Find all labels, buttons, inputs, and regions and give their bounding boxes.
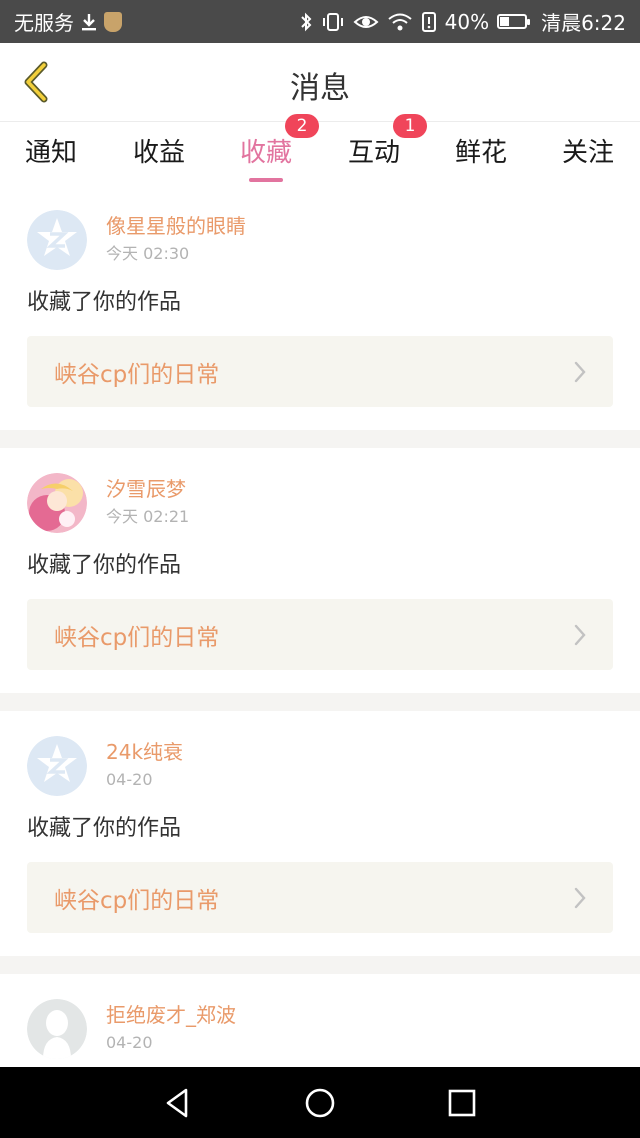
timestamp: 04-20 (106, 1033, 153, 1052)
chevron-right-icon (574, 624, 586, 645)
list-item: 汐雪辰梦 今天 02:21 收藏了你的作品 峡谷cp们的日常 (0, 448, 640, 693)
username[interactable]: 拒绝废才_郑波 (106, 1001, 236, 1029)
silhouette-avatar[interactable] (27, 999, 87, 1059)
work-title: 峡谷cp们的日常 (54, 361, 220, 388)
tab-favorites[interactable]: 收藏 2 (239, 114, 319, 182)
action-text: 收藏了你的作品 (27, 816, 182, 841)
username[interactable]: 24k纯衰 (106, 738, 183, 766)
nav-recents-icon[interactable] (444, 1085, 480, 1121)
work-link[interactable]: 峡谷cp们的日常 (27, 336, 613, 407)
work-link[interactable]: 峡谷cp们的日常 (27, 862, 613, 933)
battery-icon (497, 14, 531, 29)
timestamp: 今天 02:30 (106, 244, 190, 263)
list-item: 像星星般的眼睛 今天 02:30 收藏了你的作品 峡谷cp们的日常 (0, 185, 640, 430)
tab-earnings[interactable]: 收益 (132, 132, 186, 182)
tab-label: 收益 (132, 138, 185, 168)
eye-icon (353, 15, 379, 28)
interactions-badge: 1 (393, 114, 427, 138)
action-text: 收藏了你的作品 (27, 290, 182, 315)
message-list: 像星星般的眼睛 今天 02:30 收藏了你的作品 峡谷cp们的日常 汐雪辰梦 今… (0, 185, 640, 1094)
tab-label: 收藏 (239, 138, 292, 168)
alert-sim-icon (421, 11, 436, 32)
clock: 清晨6:22 (541, 11, 626, 35)
wifi-icon (387, 13, 412, 30)
tab-bar: 通知 收益 收藏 2 互动 1 鲜花 关注 (0, 114, 640, 185)
default-avatar-icon[interactable] (27, 736, 87, 796)
work-link[interactable]: 峡谷cp们的日常 (27, 599, 613, 670)
page-title: 消息 (290, 71, 350, 106)
list-item: 24k纯衰 04-20 收藏了你的作品 峡谷cp们的日常 (0, 711, 640, 956)
battery-percent: 40% (444, 9, 490, 34)
nav-home-icon[interactable] (302, 1085, 338, 1121)
tab-flowers[interactable]: 鲜花 (454, 132, 508, 182)
username[interactable]: 像星星般的眼睛 (106, 212, 246, 240)
shield-icon (104, 11, 122, 32)
chevron-right-icon (574, 361, 586, 382)
username[interactable]: 汐雪辰梦 (106, 475, 189, 503)
work-title: 峡谷cp们的日常 (54, 887, 220, 914)
vibrate-icon (322, 12, 343, 31)
nav-back-icon[interactable] (160, 1085, 196, 1121)
active-tab-indicator (249, 178, 283, 182)
system-nav-bar (0, 1067, 640, 1138)
action-text: 收藏了你的作品 (27, 553, 182, 578)
favorites-badge: 2 (285, 114, 319, 138)
tab-label: 鲜花 (454, 138, 507, 168)
app-header: 消息 (0, 43, 640, 122)
download-icon (82, 13, 96, 30)
timestamp: 今天 02:21 (106, 507, 190, 526)
tab-interactions[interactable]: 互动 1 (347, 114, 427, 182)
tab-label: 互动 (347, 138, 400, 168)
tab-following[interactable]: 关注 (561, 132, 615, 182)
work-title: 峡谷cp们的日常 (54, 624, 220, 651)
battery-fill (500, 17, 510, 26)
tab-label: 关注 (561, 138, 614, 168)
bluetooth-icon (300, 12, 312, 31)
status-bar: 无服务 40% 清晨6:22 (0, 0, 640, 43)
tab-label: 通知 (24, 138, 77, 168)
screen: 无服务 40% 清晨6:22 消息 通知 收益 收藏 2 互动 1 鲜花 关注 … (0, 0, 640, 1138)
photo-avatar[interactable] (27, 473, 87, 533)
carrier-text: 无服务 (14, 11, 74, 35)
chevron-right-icon (574, 887, 586, 908)
default-avatar-icon[interactable] (27, 210, 87, 270)
timestamp: 04-20 (106, 770, 153, 789)
tab-notifications[interactable]: 通知 (24, 132, 78, 182)
